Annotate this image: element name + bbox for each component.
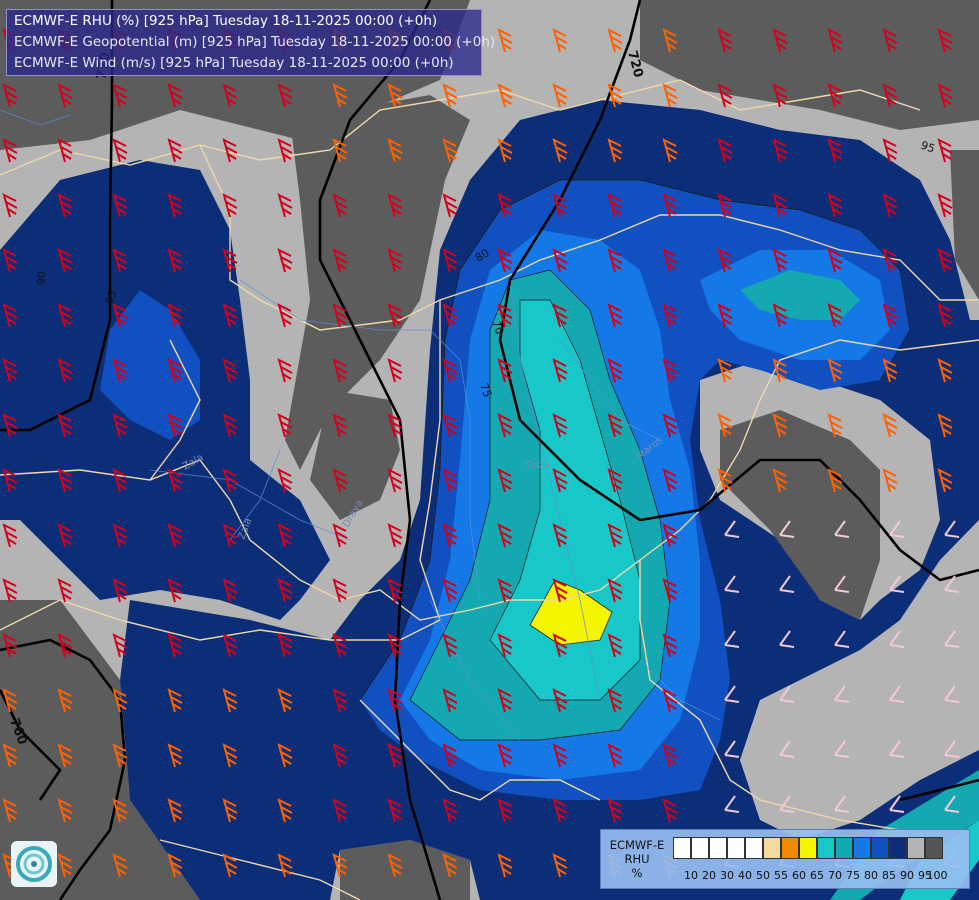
legend-swatch <box>835 837 853 859</box>
legend-tick: 10 <box>684 869 698 882</box>
legend-swatch <box>781 837 799 859</box>
legend-swatch <box>871 837 889 859</box>
legend-tick: 65 <box>810 869 824 882</box>
ecmwf-swirl-icon <box>11 841 57 887</box>
legend-swatch <box>889 837 907 859</box>
legend-tick: 75 <box>846 869 860 882</box>
legend-swatch <box>709 837 727 859</box>
legend-unit: % <box>631 866 643 880</box>
legend-swatch <box>853 837 871 859</box>
legend-swatch <box>727 837 745 859</box>
legend-tick: 85 <box>882 869 896 882</box>
title-rhu: ECMWF-E RHU (%) [925 hPa] Tuesday 18-11-… <box>14 13 438 29</box>
title-wind: ECMWF-E Wind (m/s) [925 hPa] Tuesday 18-… <box>14 55 454 71</box>
legend-tick: 100 <box>926 869 948 882</box>
legend-swatch <box>799 837 817 859</box>
legend-swatch <box>907 837 925 859</box>
legend-variable: RHU <box>624 852 650 866</box>
legend-model: ECMWF-E <box>609 838 665 852</box>
title-box: ECMWF-E RHU (%) [925 hPa] Tuesday 18-11-… <box>6 9 495 76</box>
legend-tick: 80 <box>864 869 878 882</box>
legend-tick: 30 <box>720 869 734 882</box>
legend-tick: 70 <box>828 869 842 882</box>
legend-swatch <box>817 837 835 859</box>
legend-swatch <box>763 837 781 859</box>
color-legend: ECMWF-E RHU % 10 20 30 40 50 55 60 65 70 75 80 85 90… <box>600 829 970 889</box>
legend-tick: 20 <box>702 869 716 882</box>
legend-tick: 60 <box>792 869 806 882</box>
rhu-label: 90 <box>35 271 48 285</box>
river-label: Tisza <box>524 460 550 471</box>
weather-map: 720 760 770 80 85 90 95 70 75 Zala Drava… <box>0 0 979 900</box>
legend-tick: 50 <box>756 869 770 882</box>
legend-tick: 55 <box>774 869 788 882</box>
title-geopotential: ECMWF-E Geopotential (m) [925 hPa] Tuesd… <box>14 34 496 50</box>
legend-swatch <box>745 837 763 859</box>
legend-label: ECMWF-E RHU % <box>605 838 669 880</box>
legend-tick: 90 <box>900 869 914 882</box>
legend-tick: 40 <box>738 869 752 882</box>
legend-swatch <box>691 837 709 859</box>
legend-swatch <box>925 837 943 859</box>
legend-swatch <box>673 837 691 859</box>
